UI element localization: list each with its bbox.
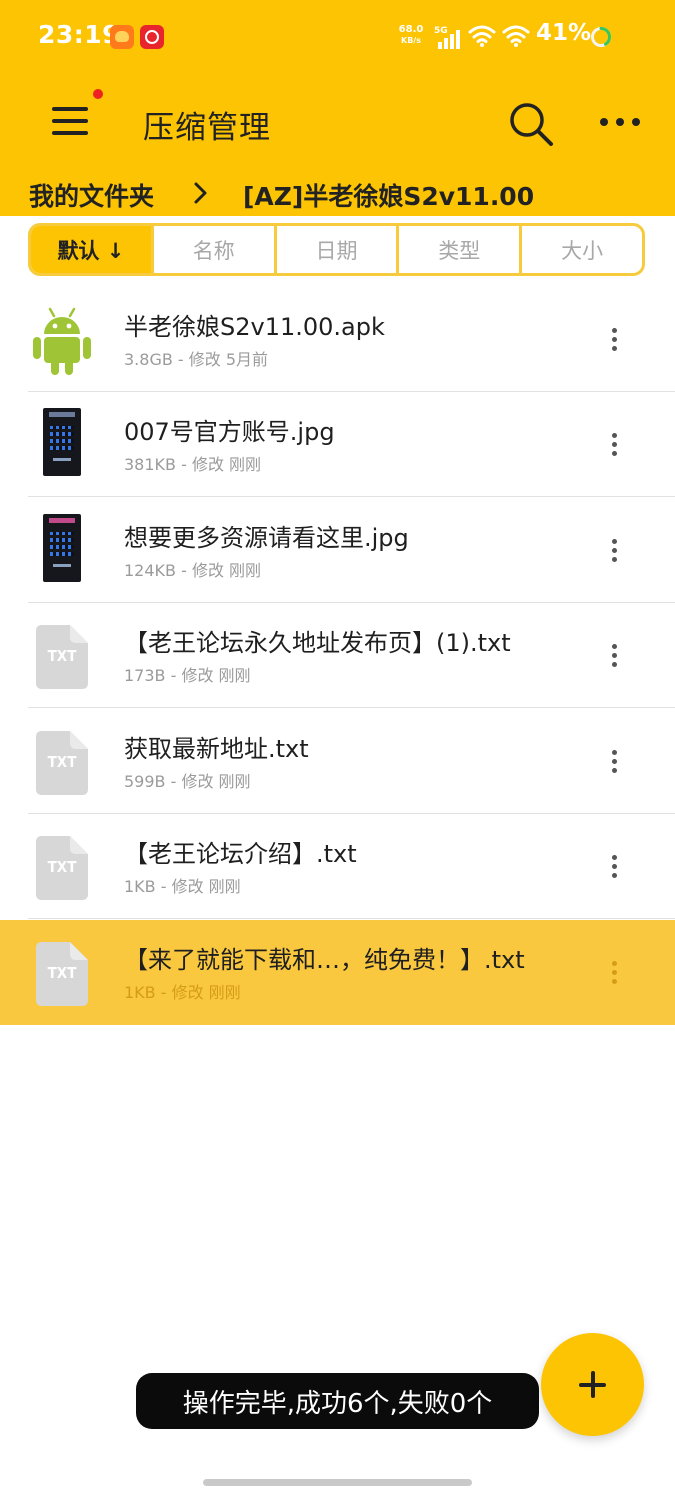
network-speed-value: 68.0: [398, 24, 424, 35]
file-name: 【来了就能下载和…，纯免费！】.txt: [124, 946, 525, 974]
file-item-selected[interactable]: TXT 【来了就能下载和…，纯免费！】.txt 1KB - 修改 刚刚: [0, 920, 675, 1025]
battery-percent: 41%: [536, 20, 592, 46]
file-meta: 599B - 修改 刚刚: [124, 772, 251, 791]
item-more-icon[interactable]: [602, 852, 626, 882]
file-meta: 124KB - 修改 刚刚: [124, 561, 262, 580]
item-more-icon[interactable]: [602, 641, 626, 671]
file-meta: 1KB - 修改 刚刚: [124, 877, 241, 896]
item-more-icon[interactable]: [602, 536, 626, 566]
add-button[interactable]: [541, 1333, 644, 1436]
divider: [28, 918, 675, 919]
txt-icon-label: TXT: [47, 647, 77, 665]
page-title: 压缩管理: [143, 110, 271, 146]
app-header: 23:19 68.0 KB/s 5G 41% 压缩管理 我的文件夹 [AZ]半老…: [0, 0, 675, 216]
signal-label: 5G: [434, 26, 448, 36]
status-time: 23:19: [38, 20, 121, 49]
network-speed-unit: KB/s: [401, 36, 421, 45]
android-apk-icon: [33, 307, 91, 375]
wifi-icon: [468, 25, 496, 47]
file-item[interactable]: TXT 【老王论坛永久地址发布页】(1).txt 173B - 修改 刚刚: [0, 603, 675, 708]
wifi-icon: [502, 25, 530, 47]
file-name: 获取最新地址.txt: [124, 735, 309, 763]
taobao-app-icon: [110, 25, 134, 49]
file-meta: 3.8GB - 修改 5月前: [124, 350, 269, 369]
file-item[interactable]: 想要更多资源请看这里.jpg 124KB - 修改 刚刚: [0, 498, 675, 603]
txt-icon-label: TXT: [47, 964, 77, 982]
item-more-icon[interactable]: [602, 430, 626, 460]
file-thumbnail: [28, 514, 96, 588]
file-thumbnail: [28, 303, 96, 377]
file-name: 007号官方账号.jpg: [124, 418, 335, 446]
file-item[interactable]: 半老徐娘S2v11.00.apk 3.8GB - 修改 5月前: [0, 287, 675, 392]
file-meta: 381KB - 修改 刚刚: [124, 455, 262, 474]
file-item[interactable]: TXT 【老王论坛介绍】.txt 1KB - 修改 刚刚: [0, 814, 675, 919]
battery-icon: [591, 27, 611, 47]
sort-tab-default[interactable]: 默认 ↓: [31, 226, 151, 273]
signal-icon: 5G: [434, 26, 460, 49]
item-more-icon[interactable]: [602, 958, 626, 988]
home-indicator[interactable]: [203, 1479, 472, 1486]
netease-music-app-icon: [140, 25, 164, 49]
file-thumbnail: TXT: [28, 830, 96, 904]
file-thumbnail: TXT: [28, 619, 96, 693]
image-thumbnail: [43, 408, 81, 476]
file-name: 半老徐娘S2v11.00.apk: [124, 313, 385, 341]
file-meta: 1KB - 修改 刚刚: [124, 983, 241, 1002]
sort-tab-size[interactable]: 大小: [519, 226, 642, 273]
image-thumbnail: [43, 514, 81, 582]
divider: [28, 707, 675, 708]
sort-tab-type[interactable]: 类型: [396, 226, 519, 273]
file-thumbnail: TXT: [28, 936, 96, 1010]
file-name: 【老王论坛介绍】.txt: [124, 840, 357, 868]
sort-tabs: 默认 ↓ 名称 日期 类型 大小: [28, 223, 645, 276]
breadcrumb-current[interactable]: [AZ]半老徐娘S2v11.00: [243, 177, 534, 213]
file-name: 【老王论坛永久地址发布页】(1).txt: [124, 629, 511, 657]
network-speed: 68.0 KB/s: [394, 24, 428, 46]
file-item[interactable]: TXT 获取最新地址.txt 599B - 修改 刚刚: [0, 709, 675, 814]
file-thumbnail: TXT: [28, 725, 96, 799]
item-more-icon[interactable]: [602, 747, 626, 777]
toast-message: 操作完毕,成功6个,失败0个: [136, 1373, 539, 1429]
file-thumbnail: [28, 408, 96, 482]
file-name: 想要更多资源请看这里.jpg: [124, 524, 409, 552]
search-icon[interactable]: [506, 99, 556, 149]
notification-dot: [93, 89, 103, 99]
txt-icon-label: TXT: [47, 753, 77, 771]
more-options-icon[interactable]: [596, 114, 644, 130]
item-more-icon[interactable]: [602, 325, 626, 355]
sort-tab-name[interactable]: 名称: [150, 226, 274, 273]
sort-tab-date[interactable]: 日期: [273, 226, 397, 273]
chevron-right-icon: [194, 182, 207, 204]
file-item[interactable]: 007号官方账号.jpg 381KB - 修改 刚刚: [0, 392, 675, 497]
file-meta: 173B - 修改 刚刚: [124, 666, 251, 685]
breadcrumb-root[interactable]: 我的文件夹: [29, 177, 154, 213]
divider: [28, 496, 675, 497]
menu-button[interactable]: [48, 100, 94, 140]
txt-icon-label: TXT: [47, 858, 77, 876]
